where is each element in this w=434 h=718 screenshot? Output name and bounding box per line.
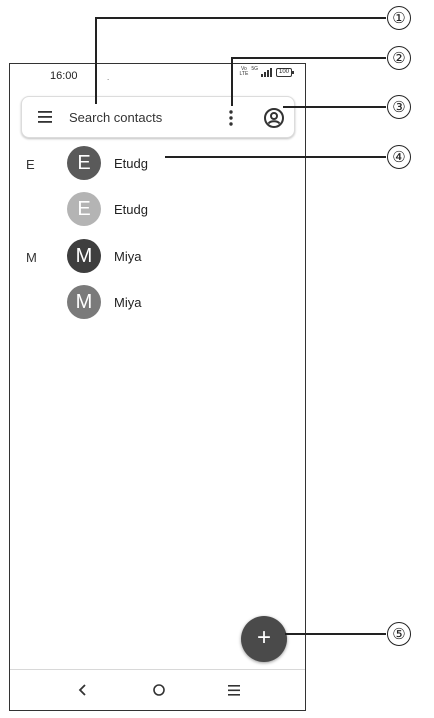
callout-number-3: ③ — [387, 95, 411, 119]
status-icons: Vo LTE 5G 100 — [239, 66, 295, 77]
avatar: M — [67, 285, 101, 319]
callout-line-1-horizontal — [95, 17, 386, 19]
callout-line-5 — [285, 633, 386, 635]
callout-line-2-vertical — [231, 57, 233, 106]
callout-line-4 — [165, 156, 386, 158]
account-icon[interactable] — [262, 106, 286, 130]
contact-name: Miya — [114, 249, 142, 264]
contact-name: Miya — [114, 295, 142, 310]
contact-item[interactable]: M Miya — [67, 239, 287, 275]
avatar: E — [67, 146, 101, 180]
status-indicator-dot: . — [107, 73, 110, 82]
recents-icon[interactable] — [224, 680, 244, 700]
callout-line-2-horizontal — [231, 57, 386, 59]
network-type: 5G — [251, 66, 258, 72]
volte-icon: Vo LTE — [239, 66, 249, 77]
callout-line-3 — [283, 106, 386, 108]
navigation-bar — [10, 669, 305, 710]
status-time: 16:00 — [50, 70, 78, 82]
search-bar[interactable]: Search contacts — [21, 96, 295, 138]
battery-icon: 100 — [275, 67, 295, 77]
callout-number-4: ④ — [387, 145, 411, 169]
back-icon[interactable] — [73, 680, 93, 700]
contact-name: Etudg — [114, 156, 148, 171]
search-input[interactable]: Search contacts — [69, 110, 162, 125]
contact-item[interactable]: E Etudg — [67, 192, 287, 228]
avatar: E — [67, 192, 101, 226]
signal-icon — [260, 67, 272, 77]
contact-item[interactable]: M Miya — [67, 285, 287, 321]
home-icon[interactable] — [149, 680, 169, 700]
section-letter-m: M — [26, 250, 37, 265]
callout-number-1: ① — [387, 6, 411, 30]
add-contact-button[interactable]: + — [241, 616, 287, 662]
avatar: M — [67, 239, 101, 273]
contact-name: Etudg — [114, 202, 148, 217]
callout-line-1-vertical — [95, 17, 97, 104]
callout-number-5: ⑤ — [387, 622, 411, 646]
menu-icon[interactable] — [38, 111, 52, 123]
section-letter-e: E — [26, 157, 35, 172]
more-options-icon[interactable] — [225, 108, 237, 128]
phone-screen: 16:00 . Vo LTE 5G 100 Search contacts E … — [9, 63, 306, 711]
callout-number-2: ② — [387, 46, 411, 70]
contact-item[interactable]: E Etudg — [67, 146, 287, 182]
